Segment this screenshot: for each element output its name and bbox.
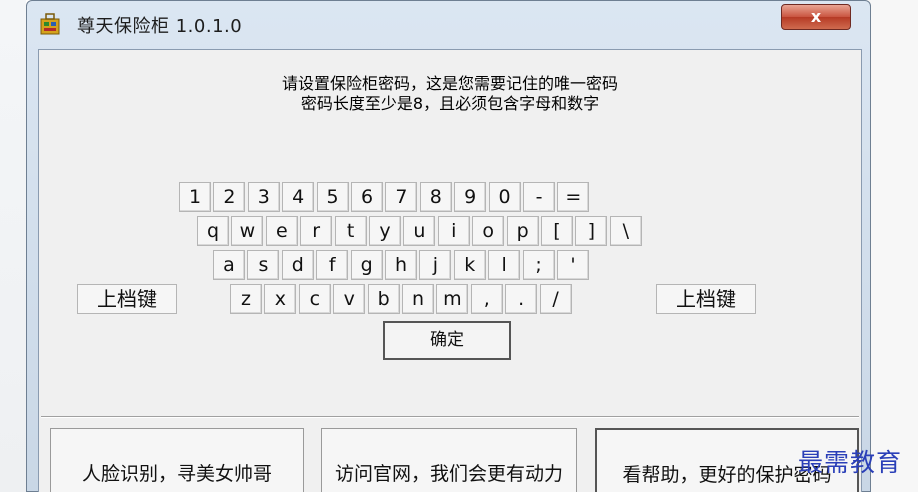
window-title: 尊天保险柜 1.0.1.0 [77, 16, 243, 37]
key-0-1[interactable]: 2 [213, 182, 246, 212]
key-3-3[interactable]: v [333, 284, 366, 314]
key-1-9[interactable]: p [506, 216, 539, 246]
shift-key-right[interactable]: 上档键 [656, 284, 756, 314]
key-3-4[interactable]: b [367, 284, 400, 314]
key-1-7[interactable]: i [437, 216, 470, 246]
background-right [866, 0, 918, 492]
confirm-button[interactable]: 确定 [383, 321, 511, 360]
key-0-3[interactable]: 4 [282, 182, 315, 212]
key-1-0[interactable]: q [197, 216, 229, 246]
key-1-6[interactable]: u [403, 216, 436, 246]
title-bar[interactable]: 尊天保险柜 1.0.1.0 x [27, 1, 870, 46]
key-0-9[interactable]: 0 [488, 182, 521, 212]
key-3-7[interactable]: , [470, 284, 503, 314]
separator [41, 416, 859, 418]
key-3-9[interactable]: / [539, 284, 572, 314]
key-0-7[interactable]: 8 [419, 182, 452, 212]
key-0-4[interactable]: 5 [316, 182, 349, 212]
key-2-2[interactable]: d [281, 250, 314, 280]
key-3-6[interactable]: m [436, 284, 469, 314]
key-1-8[interactable]: o [472, 216, 505, 246]
visit-website-label: 访问官网，我们会更有动力 [334, 463, 563, 485]
key-1-4[interactable]: t [334, 216, 367, 246]
key-3-5[interactable]: n [402, 284, 434, 314]
key-1-3[interactable]: r [300, 216, 333, 246]
face-recognition-button[interactable]: 人脸识别，寻美女帅哥 [50, 428, 304, 492]
key-1-2[interactable]: e [265, 216, 298, 246]
key-0-6[interactable]: 7 [385, 182, 418, 212]
app-window: 尊天保险柜 1.0.1.0 x 请设置保险柜密码，这是您需要记住的唯一密码 密码… [26, 0, 871, 492]
key-2-10[interactable]: ' [557, 250, 589, 280]
key-0-10[interactable]: - [523, 182, 555, 212]
key-0-11[interactable]: = [557, 182, 590, 212]
key-2-6[interactable]: j [419, 250, 452, 280]
key-3-8[interactable]: . [505, 284, 538, 314]
key-2-3[interactable]: f [316, 250, 349, 280]
key-0-5[interactable]: 6 [351, 182, 383, 212]
key-2-7[interactable]: k [453, 250, 486, 280]
visit-website-button[interactable]: 访问官网，我们会更有动力 [321, 428, 577, 492]
key-2-9[interactable]: ; [522, 250, 555, 280]
key-2-0[interactable]: a [213, 250, 245, 280]
app-icon [40, 13, 60, 35]
key-1-5[interactable]: y [369, 216, 401, 246]
face-recognition-label: 人脸识别，寻美女帅哥 [81, 463, 272, 485]
instruction-line-2: 密码长度至少是8，且必须包含字母和数字 [300, 94, 600, 113]
key-1-11[interactable]: ] [575, 216, 608, 246]
key-2-8[interactable]: l [488, 250, 521, 280]
background-left [0, 0, 26, 492]
shift-key-left[interactable]: 上档键 [77, 284, 177, 314]
close-icon: x [810, 7, 822, 26]
watermark: 最需教育 [798, 448, 903, 477]
instruction-line-1: 请设置保险柜密码，这是您需要记住的唯一密码 [281, 74, 618, 93]
key-3-2[interactable]: c [298, 284, 331, 314]
key-2-5[interactable]: h [385, 250, 417, 280]
key-0-2[interactable]: 3 [247, 182, 280, 212]
key-1-10[interactable]: [ [541, 216, 573, 246]
key-1-1[interactable]: w [231, 216, 264, 246]
close-button[interactable]: x [781, 4, 851, 30]
key-1-12[interactable]: \ [609, 216, 642, 246]
key-2-4[interactable]: g [350, 250, 383, 280]
key-3-1[interactable]: x [264, 284, 297, 314]
client-area: 请设置保险柜密码，这是您需要记住的唯一密码 密码长度至少是8，且必须包含字母和数… [38, 49, 862, 492]
key-0-8[interactable]: 9 [454, 182, 487, 212]
key-2-1[interactable]: s [247, 250, 280, 280]
key-3-0[interactable]: z [230, 284, 262, 314]
key-0-0[interactable]: 1 [179, 182, 211, 212]
